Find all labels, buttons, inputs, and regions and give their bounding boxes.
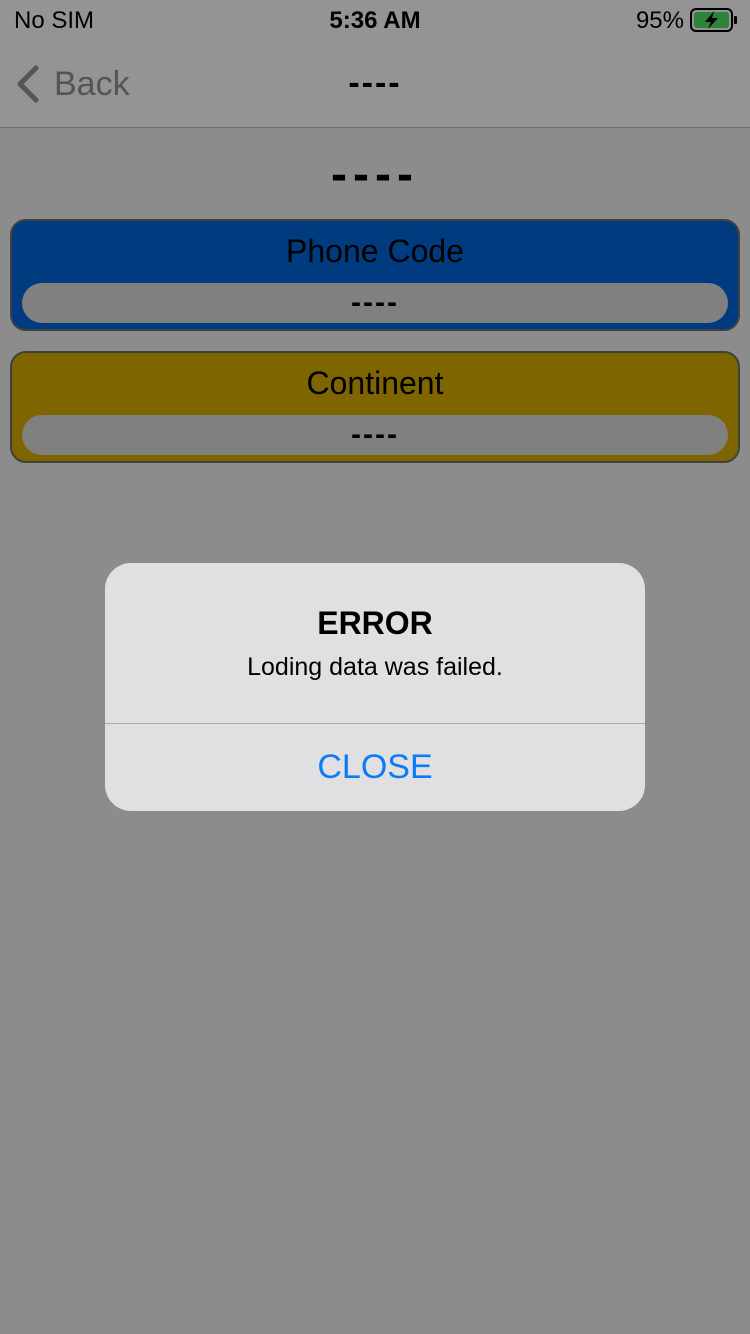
alert-message: Loding data was failed. xyxy=(247,653,503,681)
error-alert-dialog: ERROR Loding data was failed. CLOSE xyxy=(105,563,645,811)
close-button[interactable]: CLOSE xyxy=(105,724,645,811)
alert-title: ERROR xyxy=(317,605,433,641)
